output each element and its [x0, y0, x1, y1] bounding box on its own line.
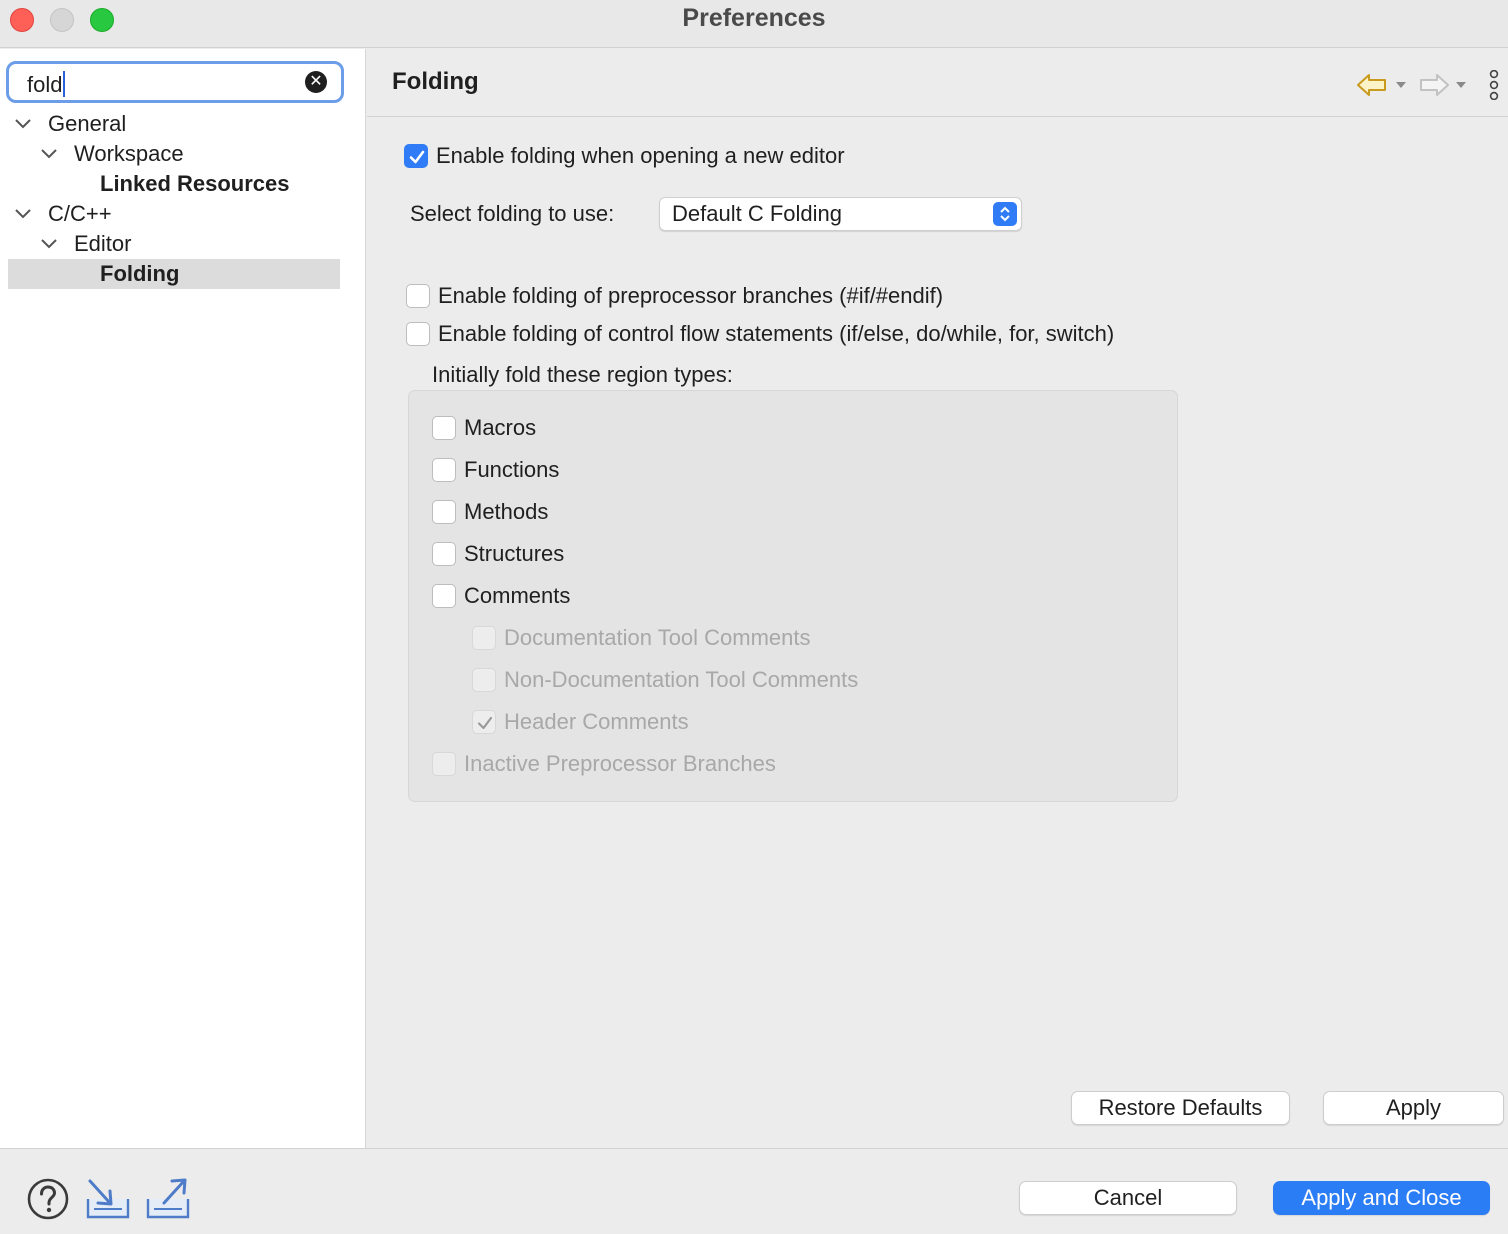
checkbox-label: Enable folding when opening a new editor	[436, 143, 845, 168]
cancel-button[interactable]: Cancel	[1019, 1181, 1237, 1215]
restore-defaults-button[interactable]: Restore Defaults	[1071, 1091, 1290, 1125]
help-icon[interactable]	[26, 1177, 70, 1221]
preferences-tree-panel: fold ✕ General Workspace Linked Resource…	[0, 49, 366, 1148]
checkbox-label: Enable folding of control flow statement…	[438, 321, 1115, 346]
checkbox-label: Structures	[464, 541, 565, 566]
checkbox-label: Documentation Tool Comments	[504, 625, 811, 650]
tree-item-label: Workspace	[74, 141, 184, 166]
tree-item-workspace[interactable]: Workspace	[8, 139, 340, 169]
checkbox-box[interactable]	[432, 542, 456, 566]
forward-button[interactable]	[1418, 70, 1470, 100]
checkbox-label: Comments	[464, 583, 571, 608]
checkbox-box	[472, 668, 496, 692]
back-button[interactable]	[1356, 70, 1408, 100]
header-divider	[367, 116, 1508, 117]
checkbox-label: Methods	[464, 499, 549, 524]
tree-item-folding[interactable]: Folding	[8, 259, 340, 289]
checkbox-label: Functions	[464, 457, 560, 482]
checkbox-box[interactable]	[432, 584, 456, 608]
chevron-down-icon	[1456, 82, 1466, 88]
checkbox-label: Enable folding of preprocessor branches …	[438, 283, 944, 308]
page-title: Folding	[392, 68, 479, 95]
region-types-label: Initially fold these region types:	[432, 362, 733, 387]
window-title: Preferences	[682, 4, 826, 32]
tree-item-label: C/C++	[48, 201, 112, 226]
checkbox-box[interactable]	[432, 458, 456, 482]
filter-input-value: fold	[27, 72, 63, 97]
chevron-down-icon[interactable]	[40, 229, 60, 259]
folding-select-label: Select folding to use:	[410, 201, 615, 226]
text-caret	[63, 71, 66, 97]
tree-item-editor[interactable]: Editor	[8, 229, 340, 259]
title-bar: Preferences	[0, 0, 1508, 48]
select-arrows-icon	[993, 202, 1017, 226]
tree-item-label: Folding	[100, 261, 180, 286]
export-icon[interactable]	[144, 1177, 192, 1221]
chevron-down-icon	[1396, 82, 1406, 88]
clear-search-icon[interactable]: ✕	[305, 71, 327, 93]
tree-item-label: Editor	[74, 231, 132, 256]
apply-button[interactable]: Apply	[1323, 1091, 1504, 1125]
tree-item-label: Linked Resources	[100, 171, 290, 196]
folding-select[interactable]: Default C Folding	[659, 197, 1022, 231]
checkbox-box	[472, 626, 496, 650]
checkbox-label: Macros	[464, 415, 537, 440]
view-menu-icon	[1489, 70, 1499, 100]
checkmark-icon	[477, 716, 493, 730]
view-menu-button[interactable]	[1486, 70, 1502, 100]
checkbox-box[interactable]	[432, 500, 456, 524]
chevron-down-icon[interactable]	[14, 199, 34, 229]
chevron-down-icon[interactable]	[40, 139, 60, 169]
checkbox-box	[472, 710, 496, 734]
checkbox-label: Non-Documentation Tool Comments	[504, 667, 859, 692]
tree-item-label: General	[48, 111, 127, 136]
checkbox-box	[432, 752, 456, 776]
checkbox-box[interactable]	[406, 284, 430, 308]
checkbox-label: Header Comments	[504, 709, 689, 734]
import-icon[interactable]	[84, 1177, 132, 1221]
checkbox-box[interactable]	[404, 144, 428, 168]
back-arrow-icon	[1357, 74, 1386, 96]
filter-input[interactable]: fold ✕	[6, 61, 344, 103]
tree-item-general[interactable]: General	[8, 109, 340, 139]
checkbox-box[interactable]	[406, 322, 430, 346]
folding-select-value: Default C Folding	[672, 201, 842, 226]
chevron-down-icon[interactable]	[14, 109, 34, 139]
forward-arrow-icon	[1420, 74, 1449, 96]
checkbox-label: Inactive Preprocessor Branches	[464, 751, 776, 776]
tree-item-c-cpp[interactable]: C/C++	[8, 199, 340, 229]
apply-and-close-button[interactable]: Apply and Close	[1273, 1181, 1490, 1215]
checkbox-box[interactable]	[432, 416, 456, 440]
tree-item-linked-resources[interactable]: Linked Resources	[8, 169, 292, 199]
